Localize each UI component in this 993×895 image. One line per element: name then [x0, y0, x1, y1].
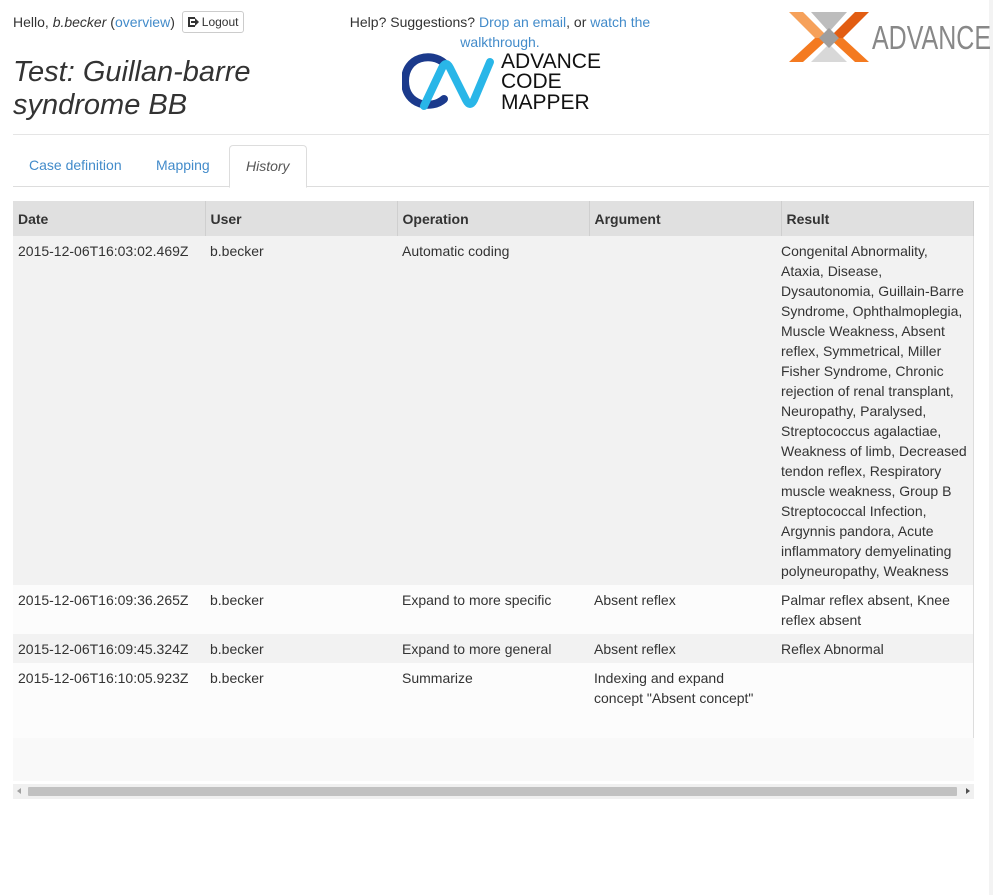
scroll-right-arrow-icon[interactable] [961, 784, 974, 799]
table-header-row: Date User Operation Argument Result [13, 201, 974, 236]
scrollbar-thumb[interactable] [28, 787, 957, 796]
or-text: , or [566, 14, 587, 30]
greeting-prefix: Hello, [13, 14, 49, 30]
cell-result [781, 663, 974, 738]
page-edge-strip [989, 0, 993, 895]
table-row: 2015-12-06T16:09:45.324Z b.becker Expand… [13, 634, 974, 663]
history-table-container[interactable]: Date User Operation Argument Result 2015… [13, 201, 974, 781]
column-header-date[interactable]: Date [13, 201, 206, 236]
overview-link[interactable]: overview [115, 14, 170, 30]
page-title: Test: Guillan-barre syndrome BB [13, 56, 251, 121]
username: b.becker [52, 14, 107, 30]
table-row: 2015-12-06T16:09:36.265Z b.becker Expand… [13, 585, 974, 634]
paren-close: ) [170, 14, 175, 30]
help-text: Help? Suggestions? [349, 14, 476, 30]
cell-argument [589, 236, 781, 585]
horizontal-scrollbar[interactable] [13, 784, 974, 799]
cell-date: 2015-12-06T16:09:36.265Z [13, 585, 205, 634]
column-header-argument[interactable]: Argument [589, 201, 782, 236]
cell-argument: Absent reflex [589, 585, 781, 634]
cell-date: 2015-12-06T16:10:05.923Z [13, 663, 205, 738]
cell-user: b.becker [205, 634, 397, 663]
cell-result: Reflex Abnormal [781, 634, 974, 663]
cell-date: 2015-12-06T16:03:02.469Z [13, 236, 205, 585]
cell-result: Palmar reflex absent, Knee reflex absent [781, 585, 974, 634]
advance-logo[interactable]: ADVANCE [789, 8, 993, 66]
cell-result: Congenital Abnormality, Ataxia, Disease,… [781, 236, 974, 585]
cell-user: b.becker [205, 585, 397, 634]
cell-operation: Summarize [397, 663, 589, 738]
cell-user: b.becker [205, 236, 397, 585]
advance-wordmark: ADVANCE [872, 19, 991, 56]
cm-logo-m-mark [420, 58, 494, 110]
table-row: 2015-12-06T16:10:05.923Z b.becker Summar… [13, 663, 974, 738]
table-row: 2015-12-06T16:03:02.469Z b.becker Automa… [13, 236, 974, 585]
column-header-operation[interactable]: Operation [397, 201, 590, 236]
cm-logo-line3: MAPPER [501, 91, 590, 114]
tab-history[interactable]: History [229, 145, 307, 188]
cell-argument: Absent reflex [589, 634, 781, 663]
cell-user: b.becker [205, 663, 397, 738]
logout-icon [187, 17, 199, 27]
column-header-result[interactable]: Result [781, 201, 974, 236]
tab-mapping[interactable]: Mapping [140, 145, 226, 187]
column-header-user[interactable]: User [205, 201, 398, 236]
tab-bar: Case definition Mapping History [13, 145, 989, 188]
user-greeting: Hello, b.becker (overview) Logout [13, 11, 245, 34]
cm-logo-line2: CODE [501, 70, 562, 93]
cell-argument: Indexing and expand concept "Absent conc… [589, 663, 781, 738]
scroll-left-arrow-icon[interactable] [13, 784, 26, 799]
advance-logo-mark [789, 12, 869, 62]
logout-label: Logout [201, 15, 239, 29]
cell-operation: Automatic coding [397, 236, 589, 585]
tab-case-definition[interactable]: Case definition [13, 145, 138, 187]
header-divider [13, 134, 989, 135]
logout-button[interactable]: Logout [181, 11, 245, 33]
cell-operation: Expand to more specific [397, 585, 589, 634]
email-link[interactable]: Drop an email [479, 14, 566, 30]
history-table: Date User Operation Argument Result 2015… [13, 201, 974, 738]
help-message: Help? Suggestions? Drop an email, or wat… [330, 12, 670, 52]
cell-operation: Expand to more general [397, 634, 589, 663]
cell-date: 2015-12-06T16:09:45.324Z [13, 634, 205, 663]
code-mapper-logo[interactable]: ADVANCE CODE MAPPER [402, 50, 612, 114]
